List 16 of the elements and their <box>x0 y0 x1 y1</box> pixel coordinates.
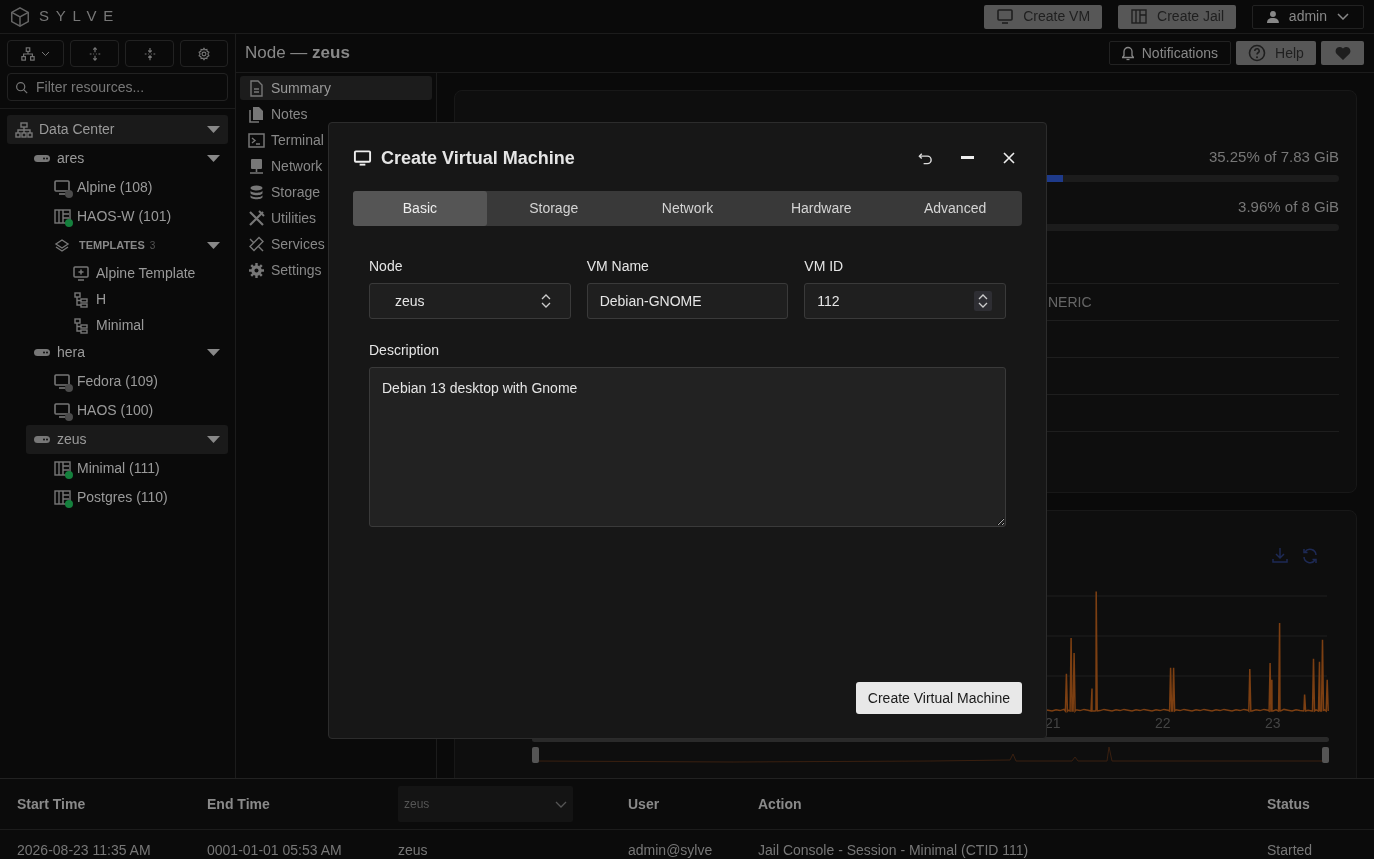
field-label: Node <box>369 257 404 274</box>
meter-reading: 35.25% of 7.83 GiB <box>1208 147 1339 167</box>
info-text: NERIC <box>1048 292 1092 312</box>
brand-name: SYLVE <box>39 6 120 27</box>
field-label: VM ID <box>804 257 845 274</box>
table-cell-text: Started <box>1267 841 1314 859</box>
table-cell-text: Jail Console - Session - Minimal (CTID 111) <box>758 841 1030 859</box>
page-title: Node — zeus <box>245 42 350 65</box>
table-cell-text: admin@sylve <box>628 841 714 859</box>
dialog-title: Create Virtual Machine <box>381 146 575 170</box>
table-cell-text: 2026-08-23 11:35 AM <box>17 841 152 859</box>
description-label: Description <box>369 341 441 358</box>
table-cell-text: zeus <box>398 841 429 859</box>
table-cell-text: 0001-01-01 05:53 AM <box>207 841 343 859</box>
field-label: VM Name <box>586 257 650 274</box>
meter-reading: 3.96% of 8 GiB <box>1238 196 1339 217</box>
